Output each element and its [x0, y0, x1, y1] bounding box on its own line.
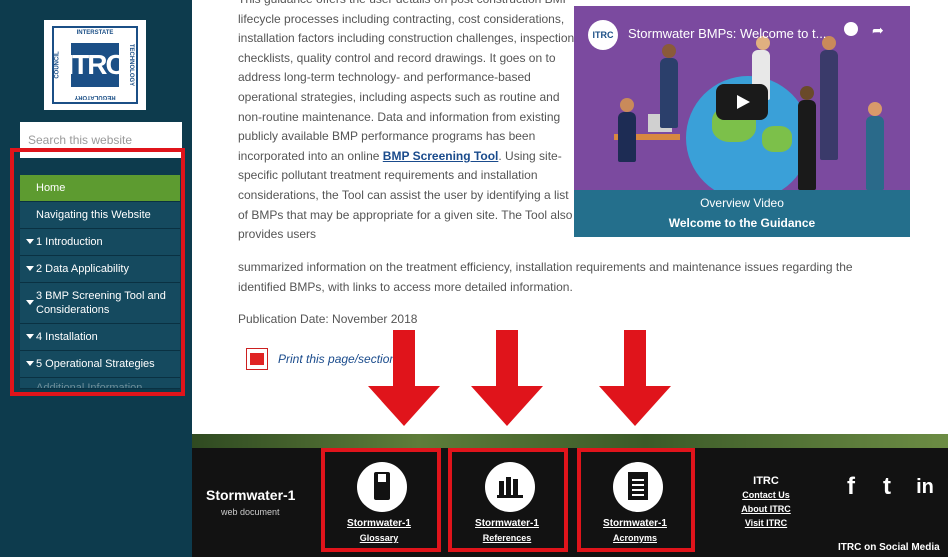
share-icon[interactable]: ➦: [872, 22, 884, 39]
sidebar-item-navigating[interactable]: Navigating this Website: [20, 202, 180, 229]
social-caption: ITRC on Social Media: [838, 542, 940, 553]
video-caption: Overview Video: [700, 196, 784, 210]
sidebar-item-screening-tool[interactable]: 3 BMP Screening Tool and Considerations: [20, 283, 180, 324]
sidebar-item-label: 3 BMP Screening Tool and Considerations: [36, 290, 166, 316]
person-figure: [798, 100, 816, 190]
caret-down-icon: [26, 239, 34, 244]
footer: Stormwater-1 web document Stormwater-1 G…: [192, 448, 948, 557]
book-glyph: [374, 472, 390, 500]
sidebar-item-data-applicability[interactable]: 2 Data Applicability: [20, 256, 180, 283]
logo-bottom-text: REGULATORY: [74, 94, 116, 100]
glossary-label: Stormwater-1: [347, 518, 411, 529]
person-figure: [820, 50, 838, 160]
twitter-icon[interactable]: t: [874, 474, 900, 500]
sidebar-nav: Home Navigating this Website 1 Introduct…: [20, 175, 180, 389]
arrow-head: [368, 386, 440, 426]
about-itrc-link[interactable]: About ITRC: [734, 502, 798, 516]
sidebar-item-operational-strategies[interactable]: 5 Operational Strategies: [20, 351, 180, 378]
book-icon: [357, 462, 407, 512]
arrow-shaft: [496, 330, 518, 388]
linkedin-icon[interactable]: in: [912, 474, 938, 500]
logo-wordmark: ITRC: [66, 43, 126, 87]
person-head: [800, 86, 814, 100]
references-label: Stormwater-1: [475, 518, 539, 529]
publication-date: Publication Date: November 2018: [238, 312, 418, 326]
document-glyph: [628, 472, 648, 500]
sidebar-item-home[interactable]: Home: [20, 175, 180, 202]
document-icon: [613, 462, 663, 512]
bookshelf-icon: [485, 462, 535, 512]
play-button[interactable]: [716, 84, 768, 120]
caret-down-icon: [26, 266, 34, 271]
globe-land: [762, 126, 792, 152]
page: INTERSTATE COUNCIL TECHNOLOGY ITRC REGUL…: [0, 0, 948, 557]
arrow-shaft: [393, 330, 415, 388]
logo-right-text: TECHNOLOGY: [127, 43, 134, 87]
summary-paragraph: summarized information on the treatment …: [238, 260, 853, 294]
caret-down-icon: [26, 300, 34, 305]
arrow-head: [471, 386, 543, 426]
bookshelf-glyph: [497, 474, 523, 498]
acronyms-sublabel: Acronyms: [612, 533, 657, 543]
itrc-channel-icon[interactable]: ITRC: [588, 20, 618, 50]
bmp-screening-tool-link[interactable]: BMP Screening Tool: [383, 149, 499, 163]
person-figure: [866, 116, 884, 190]
visit-itrc-link[interactable]: Visit ITRC: [734, 516, 798, 530]
arrow-shaft: [624, 330, 646, 388]
sidebar-item-introduction[interactable]: 1 Introduction: [20, 229, 180, 256]
video-title-bar: ITRC Stormwater BMPs: Welcome to t... ➦: [574, 6, 910, 58]
pdf-icon: [246, 348, 268, 370]
video-caption-title: Welcome to the Guidance: [668, 216, 816, 230]
arrow-head: [599, 386, 671, 426]
glossary-link[interactable]: Stormwater-1 Glossary: [323, 448, 435, 548]
person-head: [620, 98, 634, 112]
sidebar-item-label: 1 Introduction: [36, 236, 103, 248]
video-title[interactable]: Stormwater BMPs: Welcome to t...: [628, 26, 826, 41]
itrc-logo[interactable]: INTERSTATE COUNCIL TECHNOLOGY ITRC REGUL…: [44, 20, 146, 110]
sidebar-item-installation[interactable]: 4 Installation: [20, 324, 180, 351]
references-link[interactable]: Stormwater-1 References: [451, 448, 563, 548]
logo-left-text: COUNCIL: [54, 51, 61, 79]
print-link[interactable]: Print this page/section: [246, 348, 396, 370]
caret-down-icon: [26, 361, 34, 366]
print-label: Print this page/section: [278, 352, 397, 366]
sidebar-item-label: 4 Installation: [36, 331, 98, 343]
sidebar-item-label: 5 Operational Strategies: [36, 358, 155, 370]
footer-subtitle: web document: [221, 507, 280, 517]
references-sublabel: References: [482, 533, 532, 543]
overview-video[interactable]: ITRC Stormwater BMPs: Welcome to t... ➦ …: [574, 6, 910, 237]
search-input[interactable]: [20, 122, 182, 158]
facebook-icon[interactable]: f: [838, 474, 864, 500]
itrc-heading: ITRC: [753, 475, 779, 487]
intro-text-a: This guidance offers the user details on…: [238, 0, 575, 163]
contact-us-link[interactable]: Contact Us: [734, 488, 798, 502]
person-head: [868, 102, 882, 116]
caret-down-icon: [26, 334, 34, 339]
person-figure: [618, 112, 636, 162]
intro-paragraph: This guidance offers the user details on…: [238, 0, 578, 255]
logo-top-text: INTERSTATE: [76, 30, 114, 36]
sidebar-item-additional-information[interactable]: Additional Information: [20, 378, 180, 389]
sidebar-item-label: 2 Data Applicability: [36, 263, 129, 275]
footer-title: Stormwater-1: [206, 487, 296, 503]
logo-frame: INTERSTATE COUNCIL TECHNOLOGY ITRC REGUL…: [52, 26, 138, 104]
sidebar: INTERSTATE COUNCIL TECHNOLOGY ITRC REGUL…: [0, 0, 192, 557]
person-figure: [660, 58, 678, 128]
watch-later-icon[interactable]: [844, 22, 858, 36]
acronyms-link[interactable]: Stormwater-1 Acronyms: [579, 448, 691, 548]
grass-banner: [192, 434, 948, 448]
itrc-links: ITRC Contact Us About ITRC Visit ITRC: [734, 474, 798, 530]
acronyms-label: Stormwater-1: [603, 518, 667, 529]
glossary-sublabel: Glossary: [359, 533, 399, 543]
